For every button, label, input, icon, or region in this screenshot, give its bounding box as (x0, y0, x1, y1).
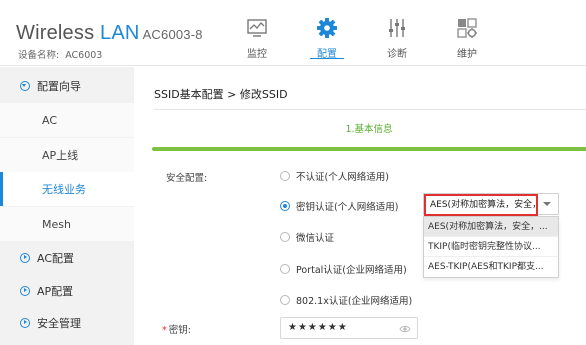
sidebar-item-wireless-service[interactable]: 无线业务 (0, 172, 134, 206)
radio-label: 密钥认证(个人网络适用) (296, 202, 399, 213)
radio-circle (280, 295, 290, 305)
brand-wireless: Wireless (16, 22, 95, 44)
brand-logo: Wireless LAN AC6003-8 (16, 22, 203, 45)
sidebar-item-label: AC配置 (37, 252, 75, 265)
security-config-label: 安全配置: (166, 173, 208, 184)
encryption-selected-value: AES(对称加密算法，安全， (424, 194, 538, 216)
radio-no-auth[interactable]: 不认证(个人网络适用) (280, 169, 389, 183)
sidebar-item-ac[interactable]: AC (0, 103, 134, 137)
radio-circle (280, 232, 290, 242)
radio-wechat-auth[interactable]: 微信认证 (280, 230, 334, 244)
step-title: 1.基本信息 (345, 124, 393, 135)
device-name-label: 设备名称: (18, 50, 60, 61)
dropdown-option-tkip[interactable]: TKIP(临时密钥完整性协议... (424, 237, 558, 257)
encryption-select[interactable]: AES(对称加密算法，安全， (423, 193, 559, 216)
maintenance-icon (457, 18, 477, 38)
monitor-icon (247, 19, 267, 37)
nav-config-label: 配置 (317, 49, 337, 60)
radio-portal-auth[interactable]: Portal认证(企业网络适用) (280, 262, 407, 276)
dropdown-option-aes-tkip[interactable]: AES-TKIP(AES和TKIP都支... (424, 257, 558, 277)
eye-icon[interactable] (399, 323, 411, 335)
expand-right-icon (20, 253, 30, 263)
device-name-value: AC6003 (65, 50, 103, 61)
sidebar-item-label: Mesh (42, 217, 71, 231)
sidebar-item-ap-online[interactable]: AP上线 (0, 138, 134, 172)
nav-diagnose-label: 诊断 (387, 49, 407, 60)
radio-circle (280, 171, 290, 181)
device-model: AC6003-8 (142, 27, 203, 42)
nav-maintain[interactable]: 维护 (432, 0, 502, 66)
radio-label: 802.1x认证(企业网络适用) (296, 296, 413, 307)
radio-key-auth[interactable]: 密钥认证(个人网络适用) (280, 199, 398, 213)
radio-label: 不认证(个人网络适用) (296, 172, 389, 183)
sidebar-item-label: AP配置 (37, 285, 74, 298)
divider (154, 109, 586, 110)
encryption-dropdown: AES(对称加密算法，安全，... TKIP(临时密钥完整性协议... AES-… (423, 216, 559, 278)
radio-circle (280, 201, 290, 211)
brand-lan: LAN (100, 22, 140, 44)
required-mark: * (162, 325, 167, 336)
sidebar-item-label: 配置向导 (37, 80, 81, 93)
sliders-icon (389, 19, 405, 37)
dropdown-option-aes[interactable]: AES(对称加密算法，安全，... (424, 217, 558, 237)
password-label-text: 密钥: (168, 325, 191, 336)
radio-label: 微信认证 (296, 233, 335, 244)
device-info: 设备名称: AC6003 (18, 47, 102, 61)
breadcrumb: SSID基本配置 > 修改SSID (154, 88, 288, 101)
top-nav: 监控 配置 诊断 维护 (222, 0, 502, 66)
sidebar-item-ap-config[interactable]: AP配置 (0, 274, 134, 308)
sidebar-item-ac-config[interactable]: AC配置 (0, 241, 134, 275)
step-progress-bar (152, 147, 586, 151)
password-label: * 密钥: (162, 322, 191, 336)
nav-config[interactable]: 配置 (292, 0, 362, 66)
sidebar-item-label: AC (42, 113, 58, 127)
nav-monitor[interactable]: 监控 (222, 0, 292, 66)
main-content: SSID基本配置 > 修改SSID 1.基本信息 安全配置: 不认证(个人网络适… (134, 67, 586, 345)
nav-monitor-label: 监控 (247, 49, 267, 60)
sidebar-item-label: AP上线 (42, 149, 79, 162)
chevron-down-icon (543, 202, 551, 206)
sidebar: 配置向导 AC AP上线 无线业务 Mesh AC配置 AP配置 安全管理 (0, 67, 134, 345)
radio-label: Portal认证(企业网络适用) (296, 265, 407, 276)
expand-right-icon (20, 318, 30, 328)
sidebar-item-config-wizard[interactable]: 配置向导 (0, 69, 134, 103)
expand-right-icon (20, 286, 30, 296)
gear-icon (317, 18, 337, 38)
sidebar-item-label: 安全管理 (37, 317, 81, 330)
nav-diagnose[interactable]: 诊断 (362, 0, 432, 66)
expand-down-icon (20, 81, 30, 91)
sidebar-item-mesh[interactable]: Mesh (0, 207, 134, 241)
nav-maintain-label: 维护 (457, 49, 477, 60)
radio-8021x-auth[interactable]: 802.1x认证(企业网络适用) (280, 293, 412, 307)
password-input[interactable]: ★★★★★★ (280, 317, 418, 339)
radio-circle (280, 264, 290, 274)
sidebar-item-label: 无线业务 (42, 183, 86, 196)
app-header: Wireless LAN AC6003-8 设备名称: AC6003 监控 配置… (0, 0, 586, 66)
sidebar-item-security-mgmt[interactable]: 安全管理 (0, 306, 134, 340)
password-masked-value: ★★★★★★ (288, 322, 348, 333)
